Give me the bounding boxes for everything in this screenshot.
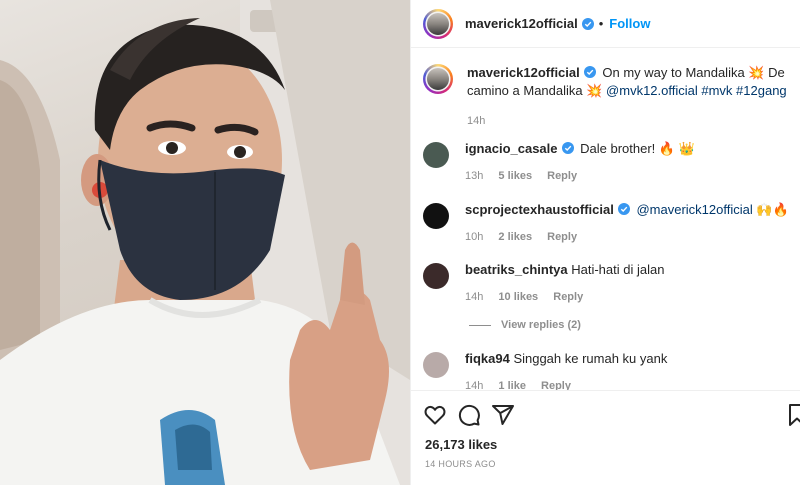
more-icon[interactable] xyxy=(794,207,800,215)
comment-body: ignacio_casale Dale brother! 🔥 👑 13h 5 l… xyxy=(465,140,800,185)
caption-username[interactable]: maverick12official xyxy=(467,65,580,80)
comment-username[interactable]: fiqka94 xyxy=(465,351,510,366)
likes-count[interactable]: 26,173 likes xyxy=(425,437,497,452)
reply-button[interactable]: Reply xyxy=(553,291,583,303)
verified-icon xyxy=(583,66,596,78)
verified-icon xyxy=(617,203,630,215)
post-header: maverick12official • Follow xyxy=(411,0,800,48)
view-replies-button[interactable]: View replies (2) xyxy=(469,319,581,331)
comment-time: 14h xyxy=(465,380,484,390)
heart-icon[interactable] xyxy=(423,403,447,427)
reply-button[interactable]: Reply xyxy=(547,231,577,243)
comment-meta: 13h 5 likes Reply xyxy=(465,167,800,185)
caption-body: maverick12official On my way to Mandalik… xyxy=(467,64,797,130)
comment-likes[interactable]: 10 likes xyxy=(498,291,538,303)
comment-text: Singgah ke rumah ku yank xyxy=(513,351,668,366)
comment-likes[interactable]: 2 likes xyxy=(498,231,532,243)
post-sidebar: maverick12official • Follow maverick12of… xyxy=(410,0,800,485)
comment-body: fiqka94 Singgah ke rumah ku yank 14h 1 l… xyxy=(465,350,800,390)
comment-item: scprojectexhaustofficial @maverick12offi… xyxy=(423,201,800,246)
comment-likes[interactable]: 5 likes xyxy=(498,170,532,182)
caption-tags[interactable]: @mvk12.official #mvk #12gang xyxy=(606,83,787,98)
comment-avatar[interactable] xyxy=(423,352,449,378)
more-icon[interactable] xyxy=(794,267,800,275)
comments-list[interactable]: maverick12official On my way to Mandalik… xyxy=(411,48,800,390)
comment-time: 10h xyxy=(465,231,484,243)
caption-meta: 14h xyxy=(467,112,797,130)
post-timestamp: 14 HOURS AGO xyxy=(425,459,496,469)
verified-icon xyxy=(581,17,594,30)
share-icon[interactable] xyxy=(491,403,515,427)
comment-item: beatriks_chintya Hati-hati di jalan 14h … xyxy=(423,261,800,306)
comment-item: fiqka94 Singgah ke rumah ku yank 14h 1 l… xyxy=(423,350,800,390)
view-replies-label: View replies (2) xyxy=(501,319,581,331)
author-username[interactable]: maverick12official xyxy=(465,16,578,31)
selfie-image xyxy=(0,0,410,485)
comment-meta: 14h 1 like Reply xyxy=(465,377,800,390)
post-actions: 26,173 likes 14 HOURS AGO xyxy=(411,390,800,485)
comment-item: ignacio_casale Dale brother! 🔥 👑 13h 5 l… xyxy=(423,140,800,185)
caption-avatar[interactable] xyxy=(423,64,453,94)
comment-avatar[interactable] xyxy=(423,263,449,289)
replies-divider xyxy=(469,324,491,326)
comment-username[interactable]: scprojectexhaustofficial xyxy=(465,202,614,217)
separator-dot: • xyxy=(598,16,604,31)
caption-time: 14h xyxy=(467,115,486,127)
comment-text: Hati-hati di jalan xyxy=(571,262,665,277)
comment-username[interactable]: beatriks_chintya xyxy=(465,262,568,277)
reply-button[interactable]: Reply xyxy=(541,380,571,390)
post-photo[interactable] xyxy=(0,0,410,485)
reply-button[interactable]: Reply xyxy=(547,170,577,182)
comment-username[interactable]: ignacio_casale xyxy=(465,141,558,156)
comment-text: 🙌🔥 xyxy=(752,202,789,217)
comment-likes[interactable]: 1 like xyxy=(498,380,526,390)
comment-text: Dale brother! 🔥 👑 xyxy=(580,141,695,156)
bookmark-icon[interactable] xyxy=(785,403,800,427)
comment-meta: 10h 2 likes Reply xyxy=(465,228,800,246)
caption: maverick12official On my way to Mandalik… xyxy=(423,64,797,130)
comment-time: 13h xyxy=(465,170,484,182)
follow-button[interactable]: Follow xyxy=(609,16,650,31)
comment-body: beatriks_chintya Hati-hati di jalan 14h … xyxy=(465,261,800,306)
action-icons xyxy=(423,403,515,427)
more-icon[interactable] xyxy=(794,356,800,364)
more-icon[interactable] xyxy=(794,146,800,154)
comment-mention[interactable]: @maverick12official xyxy=(636,202,752,217)
author-avatar[interactable] xyxy=(423,8,453,39)
comment-body: scprojectexhaustofficial @maverick12offi… xyxy=(465,201,800,246)
comment-meta: 14h 10 likes Reply xyxy=(465,288,800,306)
comment-avatar[interactable] xyxy=(423,203,449,229)
comment-time: 14h xyxy=(465,291,484,303)
verified-icon xyxy=(561,142,574,154)
comment-icon[interactable] xyxy=(457,403,481,427)
comment-avatar[interactable] xyxy=(423,142,449,168)
